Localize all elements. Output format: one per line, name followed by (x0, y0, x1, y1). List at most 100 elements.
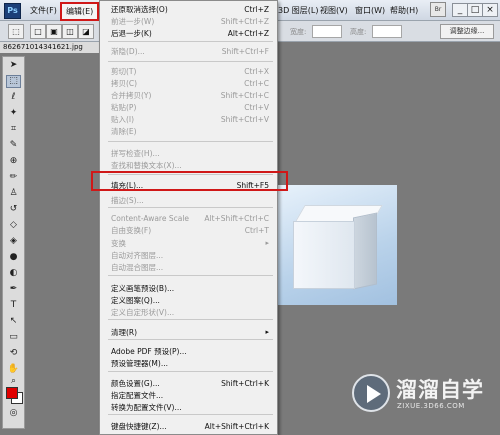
menu-item-label: 预设管理器(M)... (111, 359, 168, 368)
menu-item-shortcut: Shift+Ctrl+V (220, 115, 269, 124)
dodge-tool-icon[interactable]: ◐ (6, 267, 21, 280)
magic-wand-tool-icon[interactable]: ✦ (6, 107, 21, 120)
menu-item-label: 变换 (111, 239, 126, 248)
height-input[interactable] (372, 25, 402, 38)
menu-window[interactable]: 窗口(W) (355, 5, 385, 16)
edit-menu-item[interactable]: 预设管理器(M)... (110, 358, 269, 369)
adjust-edge-button[interactable]: 调整边缘... (440, 24, 494, 39)
edit-menu-item: 自由变换(F) Ctrl+T (110, 225, 269, 236)
edit-menu-item: 粘贴(P) Ctrl+V (110, 102, 269, 113)
edit-menu-item[interactable]: 转换为配置文件(V)... (110, 402, 269, 413)
edit-menu-item: 合并拷贝(Y) Shift+Ctrl+C (110, 90, 269, 101)
move-tool-icon[interactable]: ➤ (6, 59, 21, 72)
subtract-selection-icon[interactable]: ◫ (62, 24, 78, 39)
intersect-selection-icon[interactable]: ◪ (78, 24, 94, 39)
paint-bucket-tool-icon[interactable]: ◈ (6, 235, 21, 248)
menu-edit[interactable]: 编辑(E) (60, 2, 100, 21)
menu-item-label: 还原取消选择(O) (111, 5, 168, 14)
edit-menu-item[interactable]: Adobe PDF 预设(P)... (110, 346, 269, 357)
type-tool-icon[interactable]: T (6, 299, 21, 312)
foreground-color-swatch[interactable] (6, 387, 18, 399)
menu-separator (108, 414, 273, 415)
menu-item-shortcut: Ctrl+C (244, 79, 269, 88)
menu-help[interactable]: 帮助(H) (390, 5, 418, 16)
edit-menu-item[interactable]: 清理(R) ▸ (110, 327, 269, 338)
edit-menu-item: 贴入(I) Shift+Ctrl+V (110, 114, 269, 125)
menu-item-label: 键盘快捷键(Z)... (111, 422, 167, 431)
cube-photo (275, 185, 397, 305)
play-logo-icon (352, 374, 390, 412)
edit-menu-item: Content-Aware Scale Alt+Shift+Ctrl+C (110, 213, 269, 224)
crop-tool-icon[interactable]: ⌗ (6, 123, 21, 136)
healing-brush-tool-icon[interactable]: ⊕ (6, 155, 21, 168)
edit-menu-item: 变换 ▸ (110, 238, 269, 249)
edit-menu-item: 前进一步(W) Shift+Ctrl+Z (110, 16, 269, 27)
edit-menu-item[interactable]: 指定配置文件... (110, 390, 269, 401)
edit-menu-item[interactable]: 后退一步(K) Alt+Ctrl+Z (110, 28, 269, 39)
maximize-icon[interactable]: □ (467, 3, 483, 17)
minimize-icon[interactable]: _ (452, 3, 468, 17)
menu-item-label: Adobe PDF 预设(P)... (111, 347, 187, 356)
menu-item-label: 贴入(I) (111, 115, 135, 124)
menu-separator (108, 141, 273, 142)
menu-item-shortcut: Shift+Ctrl+K (221, 379, 269, 388)
photoshop-logo[interactable]: Ps (4, 3, 21, 19)
menu-item-label: 剪切(T) (111, 67, 137, 76)
edit-menu-item[interactable]: 键盘快捷键(Z)... Alt+Shift+Ctrl+K (110, 421, 269, 432)
menu-item-label: 查找和替换文本(X)... (111, 161, 182, 170)
menu-item-shortcut: Shift+Ctrl+C (220, 91, 269, 100)
menu-item-label: 定义图案(Q)... (111, 296, 160, 305)
bridge-icon[interactable]: Br (430, 2, 446, 17)
menu-file[interactable]: 文件(F) (30, 5, 57, 16)
width-input[interactable] (312, 25, 342, 38)
eyedropper-tool-icon[interactable]: ✎ (6, 139, 21, 152)
menu-item-label: 清除(E) (111, 127, 137, 136)
edit-menu-item: 描边(S)... (110, 195, 269, 206)
lasso-tool-icon[interactable]: ℓ (6, 91, 21, 104)
menu-item-label: 转换为配置文件(V)... (111, 403, 182, 412)
3d-rotate-tool-icon[interactable]: ⟲ (6, 347, 21, 360)
quick-mask-icon[interactable]: ◎ (6, 407, 21, 420)
edit-menu-item[interactable]: 定义图案(Q)... (110, 295, 269, 306)
menu-separator (108, 275, 273, 276)
cube-front (293, 221, 355, 289)
cube-side (353, 212, 377, 290)
edit-menu-item[interactable]: 还原取消选择(O) Ctrl+Z (110, 4, 269, 15)
eraser-tool-icon[interactable]: ◇ (6, 219, 21, 232)
menu-item-label: 描边(S)... (111, 196, 144, 205)
menu-item-label: 拼写检查(H)... (111, 149, 160, 158)
menu-item-shortcut: Alt+Shift+Ctrl+C (204, 214, 269, 223)
tools-panel: ➤ ⬚ ℓ ✦ ⌗ ✎ ⊕ ✏ ♙ ↺ ◇ ◈ ● ◐ ✒ T ↖ ▭ ⟲ ✋ … (2, 56, 25, 429)
blur-tool-icon[interactable]: ● (6, 251, 21, 264)
menu-separator (108, 207, 273, 208)
new-selection-icon[interactable]: □ (30, 24, 46, 39)
menu-3d[interactable]: 3D 图层(L) (278, 5, 319, 16)
menu-separator (108, 371, 273, 372)
history-brush-tool-icon[interactable]: ↺ (6, 203, 21, 216)
edit-menu-item[interactable]: 定义画笔预设(B)... (110, 283, 269, 294)
menu-item-shortcut: ▸ (265, 328, 269, 336)
add-selection-icon[interactable]: ▣ (46, 24, 62, 39)
menu-item-label: 粘贴(P) (111, 103, 137, 112)
menu-item-shortcut: Alt+Ctrl+Z (227, 29, 269, 38)
pen-tool-icon[interactable]: ✒ (6, 283, 21, 296)
clone-stamp-tool-icon[interactable]: ♙ (6, 187, 21, 200)
document-tab[interactable]: 8626710143416​21.jpg (0, 42, 104, 53)
edit-menu-item: 自动对齐图层... (110, 250, 269, 261)
menu-view[interactable]: 视图(V) (320, 5, 348, 16)
brush-tool-icon[interactable]: ✏ (6, 171, 21, 184)
menu-separator (108, 319, 273, 320)
menu-item-label: 拷贝(C) (111, 79, 138, 88)
menu-item-shortcut: Ctrl+Z (244, 5, 269, 14)
edit-menu-item: 拼写检查(H)... (110, 148, 269, 159)
marquee-tool-icon[interactable]: ⬚ (8, 24, 24, 39)
menu-item-label: 渐隐(D)... (111, 47, 145, 56)
close-icon[interactable]: × (482, 3, 498, 17)
path-select-tool-icon[interactable]: ↖ (6, 315, 21, 328)
menu-item-label: 自动混合图层... (111, 263, 164, 272)
edit-menu-item: 自动混合图层... (110, 262, 269, 273)
menu-item-label: 定义自定形状(V)... (111, 308, 175, 317)
rect-marquee-tool-icon[interactable]: ⬚ (6, 75, 21, 88)
edit-menu-item[interactable]: 颜色设置(G)... Shift+Ctrl+K (110, 378, 269, 389)
shape-tool-icon[interactable]: ▭ (6, 331, 21, 344)
